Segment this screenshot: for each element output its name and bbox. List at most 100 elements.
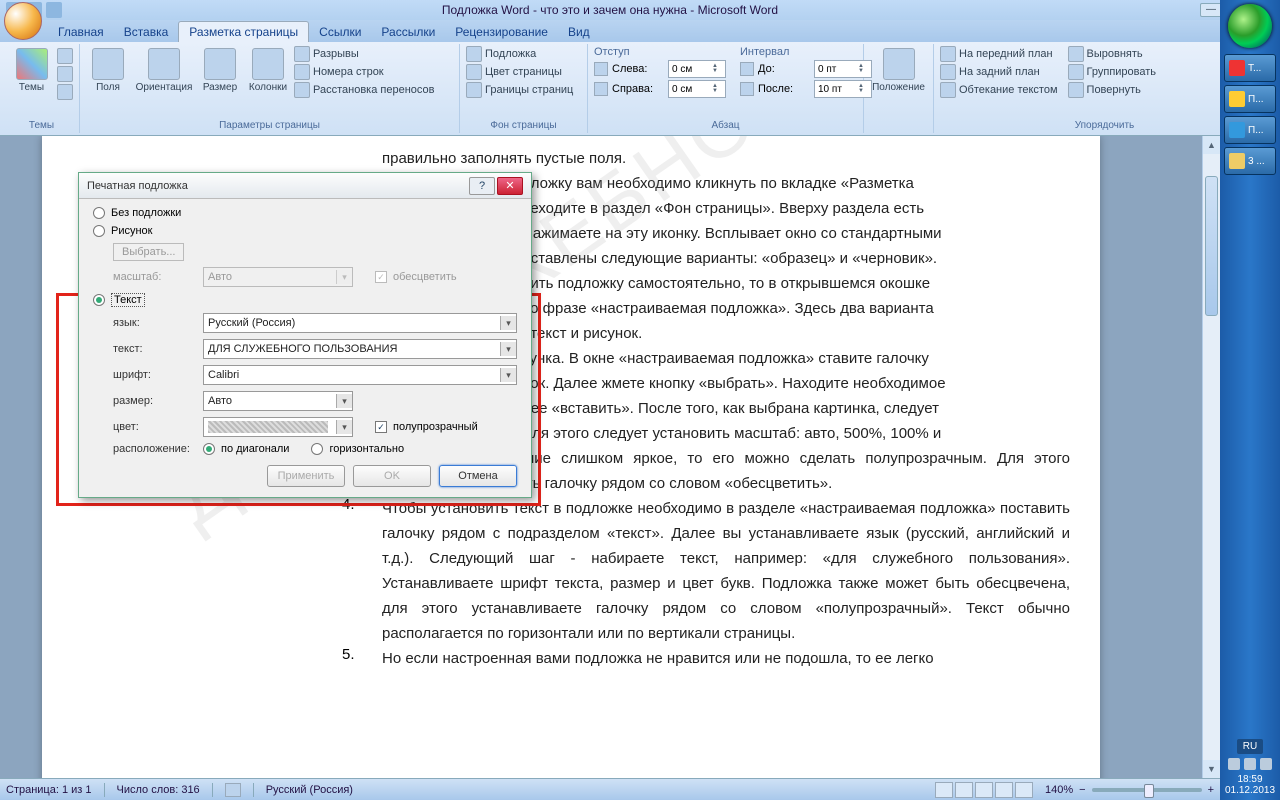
tab-home[interactable]: Главная xyxy=(48,22,114,42)
hyphenation-button[interactable]: Расстановка переносов xyxy=(294,82,434,98)
theme-fonts-button[interactable] xyxy=(57,66,73,82)
zoom-out-button[interactable]: − xyxy=(1079,784,1085,796)
status-language[interactable]: Русский (Россия) xyxy=(266,784,353,796)
tray-date[interactable]: 01.12.2013 xyxy=(1225,785,1275,796)
rotate-button[interactable]: Повернуть xyxy=(1068,82,1157,98)
orientation-button[interactable]: Ориентация xyxy=(134,46,194,131)
font-input[interactable]: Calibri▾ xyxy=(203,365,517,385)
zoom-slider[interactable] xyxy=(1092,788,1202,792)
indent-left-input[interactable]: 0 см▲▼ xyxy=(668,60,726,78)
size-input[interactable]: Авто▾ xyxy=(203,391,353,411)
indent-right-input[interactable]: 0 см▲▼ xyxy=(668,80,726,98)
tray-time[interactable]: 18:59 xyxy=(1225,774,1275,785)
view-full-screen[interactable] xyxy=(955,782,973,798)
language-input[interactable]: Русский (Россия)▾ xyxy=(203,313,517,333)
taskbar-item[interactable]: П... xyxy=(1224,116,1276,144)
bring-front-button[interactable]: На передний план xyxy=(940,46,1058,62)
tab-review[interactable]: Рецензирование xyxy=(445,22,558,42)
tray-icon[interactable] xyxy=(1260,758,1272,770)
taskbar-item[interactable]: 3 ... xyxy=(1224,147,1276,175)
group-button[interactable]: Группировать xyxy=(1068,64,1157,80)
theme-effects-button[interactable] xyxy=(57,84,73,100)
view-web-layout[interactable] xyxy=(975,782,993,798)
doc-line: Но если настроенная вами подложка не нра… xyxy=(212,646,1070,671)
send-back-button[interactable]: На задний план xyxy=(940,64,1058,80)
group-icon xyxy=(1068,64,1084,80)
size-button[interactable]: Размер xyxy=(198,46,242,131)
tab-page-layout[interactable]: Разметка страницы xyxy=(178,21,309,42)
line-numbers-button[interactable]: Номера строк xyxy=(294,64,434,80)
view-outline[interactable] xyxy=(995,782,1013,798)
ok-button[interactable]: OK xyxy=(353,465,431,487)
taskbar-app-icon xyxy=(1229,91,1245,107)
theme-colors-button[interactable] xyxy=(57,48,73,64)
effects-icon xyxy=(57,84,73,100)
dialog-help-button[interactable]: ? xyxy=(469,177,495,195)
radio-text[interactable] xyxy=(93,294,105,306)
page-borders-icon xyxy=(466,82,482,98)
dialog-titlebar[interactable]: Печатная подложка ? ✕ xyxy=(79,173,531,199)
zoom-in-button[interactable]: + xyxy=(1208,784,1214,796)
scroll-down-icon[interactable]: ▼ xyxy=(1203,760,1220,778)
select-picture-button[interactable]: Выбрать... xyxy=(113,243,184,261)
size-icon xyxy=(204,48,236,80)
send-back-icon xyxy=(940,64,956,80)
taskbar-item[interactable]: Т... xyxy=(1224,54,1276,82)
columns-icon xyxy=(252,48,284,80)
cancel-button[interactable]: Отмена xyxy=(439,465,517,487)
tray-icon[interactable] xyxy=(1244,758,1256,770)
tab-mailings[interactable]: Рассылки xyxy=(371,22,445,42)
align-button[interactable]: Выровнять xyxy=(1068,46,1157,62)
breaks-button[interactable]: Разрывы xyxy=(294,46,434,62)
watermark-button[interactable]: Подложка xyxy=(466,46,573,62)
semitransparent-checkbox[interactable] xyxy=(375,421,387,433)
doc-line: правильно заполнять пустые поля. xyxy=(212,146,1070,171)
radio-diagonal[interactable] xyxy=(203,443,215,455)
color-label: цвет: xyxy=(113,421,197,433)
tray-icon[interactable] xyxy=(1228,758,1240,770)
position-button[interactable]: Положение xyxy=(870,46,927,131)
watermark-icon xyxy=(466,46,482,62)
radio-text-label: Текст xyxy=(111,293,145,307)
radio-horizontal-label: горизонтально xyxy=(329,443,404,455)
status-words[interactable]: Число слов: 316 xyxy=(117,784,200,796)
status-page[interactable]: Страница: 1 из 1 xyxy=(6,784,92,796)
themes-button[interactable]: Темы xyxy=(10,46,53,131)
title-bar: Подложка Word - что это и зачем она нужн… xyxy=(0,0,1280,20)
columns-button[interactable]: Колонки xyxy=(246,46,290,131)
tray-language[interactable]: RU xyxy=(1237,739,1263,754)
start-button[interactable] xyxy=(1228,4,1272,48)
view-print-layout[interactable] xyxy=(935,782,953,798)
spacing-before-row: До:0 пт▲▼ xyxy=(740,60,872,78)
office-button[interactable] xyxy=(4,2,42,40)
dialog-close-button[interactable]: ✕ xyxy=(497,177,523,195)
page-borders-button[interactable]: Границы страниц xyxy=(466,82,573,98)
tab-references[interactable]: Ссылки xyxy=(309,22,371,42)
view-draft[interactable] xyxy=(1015,782,1033,798)
zoom-level[interactable]: 140% xyxy=(1045,784,1073,796)
scroll-thumb[interactable] xyxy=(1205,176,1218,316)
text-wrap-button[interactable]: Обтекание текстом xyxy=(940,82,1058,98)
page-color-icon xyxy=(466,64,482,80)
radio-picture-label: Рисунок xyxy=(111,225,153,237)
status-spell-icon[interactable] xyxy=(225,783,241,797)
radio-horizontal[interactable] xyxy=(311,443,323,455)
radio-picture[interactable] xyxy=(93,225,105,237)
scroll-up-icon[interactable]: ▲ xyxy=(1203,136,1220,154)
indent-right-row: Справа:0 см▲▼ xyxy=(594,80,726,98)
taskbar-app-icon xyxy=(1229,122,1245,138)
system-tray: RU 18:59 01.12.2013 xyxy=(1225,739,1275,800)
tab-insert[interactable]: Вставка xyxy=(114,22,179,42)
text-input[interactable]: ДЛЯ СЛУЖЕБНОГО ПОЛЬЗОВАНИЯ▾ xyxy=(203,339,517,359)
vertical-scrollbar[interactable]: ▲ ▼ xyxy=(1202,136,1220,778)
colors-icon xyxy=(57,48,73,64)
tab-view[interactable]: Вид xyxy=(558,22,600,42)
taskbar-item[interactable]: П... xyxy=(1224,85,1276,113)
indent-left-icon xyxy=(594,62,608,76)
page-color-button[interactable]: Цвет страницы xyxy=(466,64,573,80)
color-input[interactable]: ▾ xyxy=(203,417,353,437)
margins-button[interactable]: Поля xyxy=(86,46,130,131)
radio-no-watermark[interactable] xyxy=(93,207,105,219)
color-swatch xyxy=(208,421,328,433)
apply-button[interactable]: Применить xyxy=(267,465,345,487)
